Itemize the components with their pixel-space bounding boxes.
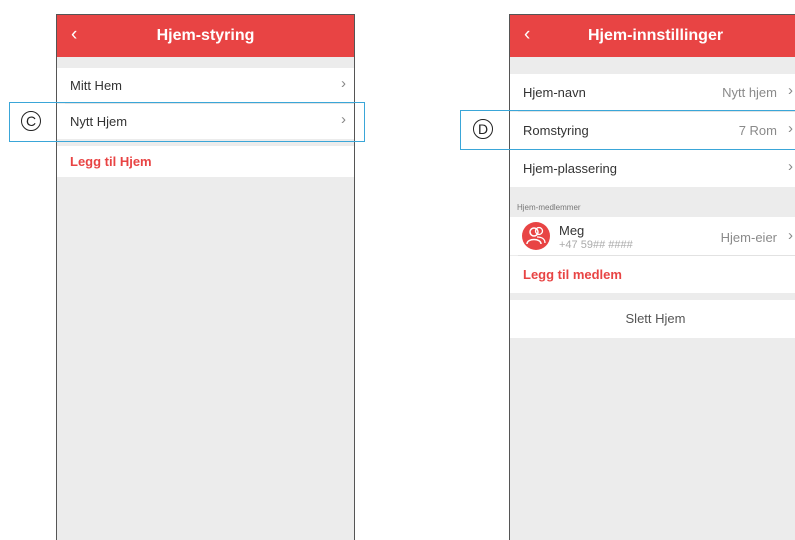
member-name: Meg bbox=[559, 223, 585, 238]
setting-home-location[interactable]: Hjem-plassering › bbox=[510, 150, 795, 187]
add-member-row[interactable]: Legg til medlem bbox=[510, 256, 795, 293]
page-title: Hjem-styring bbox=[156, 27, 255, 44]
avatar bbox=[522, 222, 550, 250]
home-management-screen: ‹ Hjem-styring Mitt Hem › Nytt Hjem › Le… bbox=[56, 14, 355, 540]
user-group-icon bbox=[526, 226, 546, 245]
setting-home-name[interactable]: Hjem-navn Nytt hjem › bbox=[510, 74, 795, 111]
app-header: ‹ Hjem-styring bbox=[57, 15, 354, 57]
delete-home-row[interactable]: Slett Hjem bbox=[510, 300, 795, 338]
home-settings-screen: ‹ Hjem-innstillinger Hjem-navn Nytt hjem… bbox=[509, 14, 795, 540]
callout-highlight-d bbox=[460, 110, 795, 150]
setting-label: Hjem-plassering bbox=[523, 161, 617, 176]
chevron-right-icon: › bbox=[788, 158, 793, 175]
page-title: Hjem-innstillinger bbox=[587, 27, 724, 44]
chevron-right-icon: › bbox=[788, 82, 793, 99]
setting-value: Nytt hjem bbox=[722, 85, 777, 100]
setting-label: Hjem-navn bbox=[523, 85, 586, 100]
delete-home-button[interactable]: Slett Hjem bbox=[510, 311, 795, 326]
callout-marker-d: D bbox=[473, 119, 493, 139]
callout-highlight-c bbox=[9, 102, 365, 142]
chevron-right-icon: › bbox=[341, 75, 346, 92]
member-row[interactable]: Meg +47 59## #### Hjem-eier › bbox=[510, 217, 795, 255]
app-header: ‹ Hjem-innstillinger bbox=[510, 15, 795, 57]
members-section-caption: Hjem-medlemmer bbox=[517, 203, 581, 212]
home-item-mitt-hem[interactable]: Mitt Hem › bbox=[57, 68, 354, 103]
member-role: Hjem-eier bbox=[720, 230, 777, 245]
chevron-right-icon: › bbox=[788, 227, 793, 244]
member-phone: +47 59## #### bbox=[559, 239, 633, 251]
callout-marker-c: C bbox=[21, 111, 41, 131]
add-home-row[interactable]: Legg til Hjem bbox=[57, 146, 354, 177]
add-home-button[interactable]: Legg til Hjem bbox=[70, 154, 152, 169]
home-item-label: Mitt Hem bbox=[70, 78, 122, 93]
add-member-button[interactable]: Legg til medlem bbox=[523, 267, 622, 282]
